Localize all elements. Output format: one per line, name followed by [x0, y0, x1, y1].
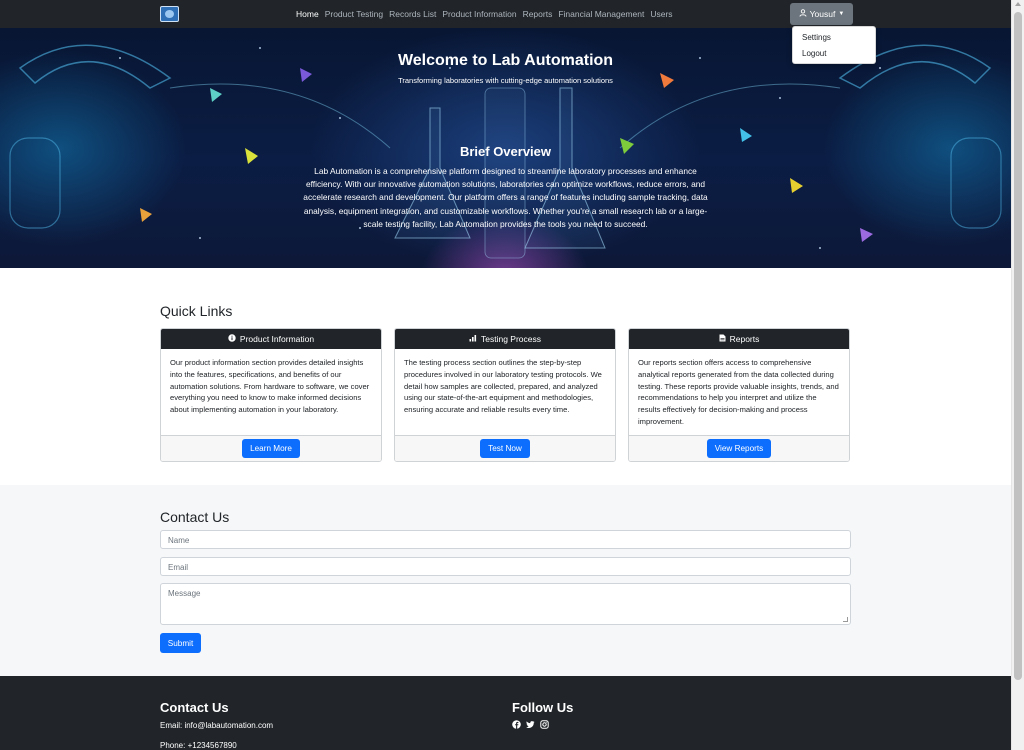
nav-records-list[interactable]: Records List: [389, 9, 436, 19]
user-dropdown-menu: Settings Logout: [792, 26, 876, 64]
card-product-information: Product Information Our product informat…: [160, 328, 382, 462]
instagram-icon[interactable]: [540, 720, 549, 729]
card-body: Our reports section offers access to com…: [629, 349, 849, 436]
overview-text: Lab Automation is a comprehensive platfo…: [303, 166, 708, 229]
name-field[interactable]: Name: [160, 530, 851, 549]
user-menu-button[interactable]: Yousuf ▼: [790, 3, 853, 25]
contact-section: [0, 485, 1011, 676]
footer-phone: Phone: +1234567890: [160, 741, 237, 750]
email-field[interactable]: Email: [160, 557, 851, 576]
nav-financial-management[interactable]: Financial Management: [558, 9, 644, 19]
nav-home[interactable]: Home: [296, 9, 319, 19]
learn-more-button[interactable]: Learn More: [242, 439, 300, 458]
scrollbar-thumb[interactable]: [1014, 12, 1022, 680]
bar-chart-icon: [469, 334, 477, 344]
quick-links-heading: Quick Links: [160, 303, 233, 319]
nav-product-information[interactable]: Product Information: [442, 9, 516, 19]
card-title: Product Information: [239, 334, 315, 344]
facebook-icon[interactable]: [512, 720, 521, 729]
submit-button[interactable]: Submit: [160, 633, 201, 653]
resize-handle-icon[interactable]: [843, 617, 848, 622]
dropdown-item-logout[interactable]: Logout: [802, 49, 826, 58]
hero-subtitle: Transforming laboratories with cutting-e…: [398, 76, 613, 85]
card-title: Reports: [729, 334, 760, 344]
user-icon: [799, 9, 807, 19]
user-name: Yousuf: [809, 9, 836, 19]
overview-title: Brief Overview: [459, 144, 552, 159]
card-title: Testing Process: [481, 334, 541, 344]
footer-contact-heading: Contact Us: [160, 700, 229, 715]
card-testing-process: Testing Process The testing process sect…: [394, 328, 616, 462]
view-reports-button[interactable]: View Reports: [707, 439, 771, 458]
hero-banner: Welcome to Lab Automation Transforming l…: [0, 28, 1011, 268]
message-field[interactable]: Message: [160, 583, 851, 625]
footer: [0, 676, 1011, 750]
dropdown-item-settings[interactable]: Settings: [802, 33, 831, 42]
footer-email: Email: info@labautomation.com: [160, 721, 274, 730]
card-header: Testing Process: [395, 329, 615, 349]
file-icon: [719, 334, 726, 344]
card-body: Our product information section provides…: [161, 349, 381, 436]
card-footer: Learn More: [161, 436, 381, 461]
nav-links: Home Product Testing Records List Produc…: [296, 9, 673, 19]
nav-reports[interactable]: Reports: [523, 9, 553, 19]
twitter-icon[interactable]: [526, 720, 535, 729]
social-links: [512, 720, 549, 729]
card-reports: Reports Our reports section offers acces…: [628, 328, 850, 462]
navbar: Home Product Testing Records List Produc…: [0, 0, 1011, 28]
test-now-button[interactable]: Test Now: [480, 439, 530, 458]
nav-product-testing[interactable]: Product Testing: [325, 9, 383, 19]
card-header: Reports: [629, 329, 849, 349]
card-footer: Test Now: [395, 436, 615, 461]
scroll-up-arrow-icon[interactable]: [1015, 2, 1021, 6]
contact-heading: Contact Us: [160, 509, 230, 525]
card-body: The testing process section outlines the…: [395, 349, 615, 436]
nav-users[interactable]: Users: [650, 9, 672, 19]
card-footer: View Reports: [629, 436, 849, 461]
info-icon: [228, 334, 236, 344]
page-scrollbar[interactable]: [1011, 0, 1024, 750]
footer-follow-heading: Follow Us: [512, 700, 574, 715]
card-header: Product Information: [161, 329, 381, 349]
logo[interactable]: [160, 6, 179, 22]
message-placeholder: Message: [168, 589, 201, 598]
caret-down-icon: ▼: [838, 11, 845, 17]
